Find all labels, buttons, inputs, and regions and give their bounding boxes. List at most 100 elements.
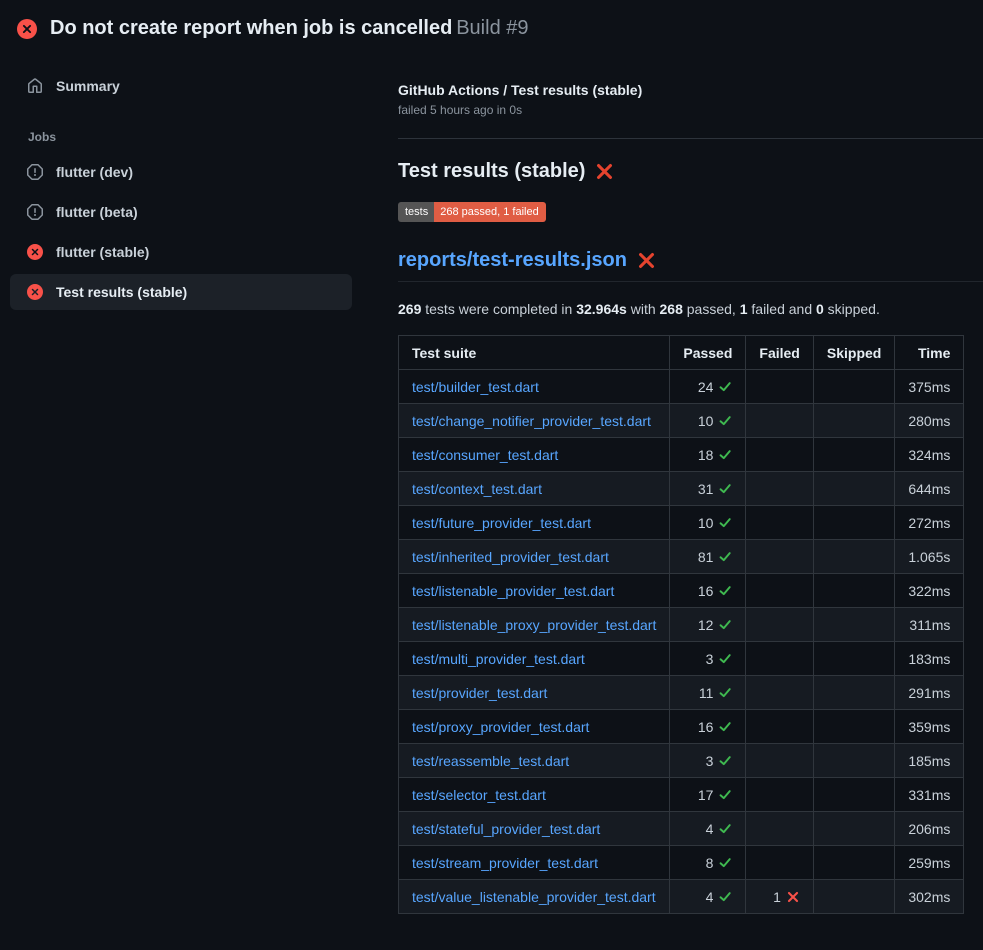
time-cell: 259ms	[895, 846, 964, 880]
skipped-count-cell	[813, 472, 894, 506]
time-cell: 280ms	[895, 404, 964, 438]
failed-count-cell	[746, 506, 813, 540]
test-suite-link[interactable]: test/consumer_test.dart	[412, 447, 558, 463]
failed-count-cell	[746, 472, 813, 506]
check-icon	[718, 516, 732, 530]
check-icon	[718, 618, 732, 632]
sidebar-item-job-test-results-stable[interactable]: Test results (stable)	[10, 274, 352, 310]
table-row: test/inherited_provider_test.dart811.065…	[399, 540, 964, 574]
sidebar-job-label: flutter (dev)	[56, 164, 133, 180]
test-suite-link[interactable]: test/stateful_provider_test.dart	[412, 821, 600, 837]
check-icon	[718, 550, 732, 564]
failed-status-icon	[27, 244, 43, 260]
test-suite-cell: test/stateful_provider_test.dart	[399, 812, 670, 846]
column-header-time: Time	[895, 336, 964, 370]
skipped-count-cell	[813, 404, 894, 438]
failed-count-cell	[746, 574, 813, 608]
run-meta: failed 5 hours ago in 0s	[398, 103, 983, 117]
passed-count-cell: 24	[670, 370, 746, 404]
summary-total: 269	[398, 301, 421, 317]
job-results-panel: GitHub Actions / Test results (stable) f…	[390, 52, 983, 914]
failed-count-cell	[746, 642, 813, 676]
test-suite-link[interactable]: test/value_listenable_provider_test.dart	[412, 889, 656, 905]
passed-count-cell: 10	[670, 506, 746, 540]
failed-x-icon	[595, 162, 614, 181]
test-suite-link[interactable]: test/listenable_proxy_provider_test.dart	[412, 617, 656, 633]
time-cell: 185ms	[895, 744, 964, 778]
passed-count-cell: 8	[670, 846, 746, 880]
test-suite-cell: test/inherited_provider_test.dart	[399, 540, 670, 574]
test-suite-cell: test/proxy_provider_test.dart	[399, 710, 670, 744]
sidebar-job-label: Test results (stable)	[56, 284, 187, 300]
github-actions-job-page: Do not create report when job is cancell…	[0, 0, 983, 914]
cross-icon	[786, 890, 800, 904]
test-suite-link[interactable]: test/change_notifier_provider_test.dart	[412, 413, 651, 429]
breadcrumb[interactable]: GitHub Actions / Test results (stable)	[398, 82, 983, 98]
test-suite-link[interactable]: test/listenable_provider_test.dart	[412, 583, 614, 599]
test-suite-link[interactable]: test/stream_provider_test.dart	[412, 855, 598, 871]
section-title-text: Test results (stable)	[398, 160, 585, 183]
test-results-table: Test suite Passed Failed Skipped Time te…	[398, 335, 964, 914]
test-suite-link[interactable]: test/selector_test.dart	[412, 787, 546, 803]
time-cell: 331ms	[895, 778, 964, 812]
skipped-count-cell	[813, 812, 894, 846]
passed-count-cell: 16	[670, 710, 746, 744]
table-row: test/provider_test.dart11291ms	[399, 676, 964, 710]
run-header: Do not create report when job is cancell…	[0, 0, 983, 52]
test-suite-link[interactable]: test/builder_test.dart	[412, 379, 539, 395]
check-icon	[718, 686, 732, 700]
check-icon	[718, 482, 732, 496]
passed-count-cell: 10	[670, 404, 746, 438]
time-cell: 206ms	[895, 812, 964, 846]
sidebar-item-job-flutter-stable[interactable]: flutter (stable)	[10, 234, 352, 270]
check-icon	[718, 890, 732, 904]
test-suite-cell: test/change_notifier_provider_test.dart	[399, 404, 670, 438]
time-cell: 1.065s	[895, 540, 964, 574]
time-cell: 183ms	[895, 642, 964, 676]
test-suite-link[interactable]: test/proxy_provider_test.dart	[412, 719, 589, 735]
test-suite-link[interactable]: test/context_test.dart	[412, 481, 542, 497]
test-suite-cell: test/selector_test.dart	[399, 778, 670, 812]
summary-failed: 1	[740, 301, 748, 317]
test-suite-cell: test/context_test.dart	[399, 472, 670, 506]
failed-status-icon	[27, 284, 43, 300]
skipped-count-cell	[813, 540, 894, 574]
run-title: Do not create report when job is cancell…	[50, 17, 452, 39]
test-suite-link[interactable]: test/provider_test.dart	[412, 685, 547, 701]
test-suite-cell: test/listenable_proxy_provider_test.dart	[399, 608, 670, 642]
skipped-count-cell	[813, 574, 894, 608]
sidebar-item-job-flutter-dev[interactable]: flutter (dev)	[10, 154, 352, 190]
page-layout: Summary Jobs flutter (dev) flutter (beta…	[0, 52, 983, 914]
sidebar-item-job-flutter-beta[interactable]: flutter (beta)	[10, 194, 352, 230]
test-suite-cell: test/stream_provider_test.dart	[399, 846, 670, 880]
test-suite-link[interactable]: test/multi_provider_test.dart	[412, 651, 585, 667]
passed-count-cell: 31	[670, 472, 746, 506]
check-icon	[718, 788, 732, 802]
failed-count-cell	[746, 676, 813, 710]
tests-badge-value: 268 passed, 1 failed	[434, 202, 545, 222]
test-suite-link[interactable]: test/inherited_provider_test.dart	[412, 549, 609, 565]
test-suite-cell: test/provider_test.dart	[399, 676, 670, 710]
time-cell: 311ms	[895, 608, 964, 642]
summary-passed: 268	[660, 301, 683, 317]
report-file-link[interactable]: reports/test-results.json	[398, 249, 627, 272]
table-row: test/future_provider_test.dart 10 272ms	[399, 506, 964, 540]
skipped-count-cell	[813, 370, 894, 404]
table-row: test/selector_test.dart 17 331ms	[399, 778, 964, 812]
passed-count-cell: 4	[670, 880, 746, 914]
cancelled-status-icon	[27, 204, 43, 220]
skipped-count-cell	[813, 642, 894, 676]
test-suite-link[interactable]: test/future_provider_test.dart	[412, 515, 591, 531]
failed-count-cell	[746, 370, 813, 404]
time-cell: 324ms	[895, 438, 964, 472]
failed-x-icon	[637, 251, 656, 270]
passed-count-cell: 17	[670, 778, 746, 812]
check-icon	[718, 652, 732, 666]
check-icon	[718, 448, 732, 462]
test-suite-link[interactable]: test/reassemble_test.dart	[412, 753, 569, 769]
time-cell: 272ms	[895, 506, 964, 540]
sidebar-job-label: flutter (stable)	[56, 244, 149, 260]
sidebar-item-summary[interactable]: Summary	[10, 68, 352, 104]
skipped-count-cell	[813, 438, 894, 472]
column-header-test-suite: Test suite	[399, 336, 670, 370]
